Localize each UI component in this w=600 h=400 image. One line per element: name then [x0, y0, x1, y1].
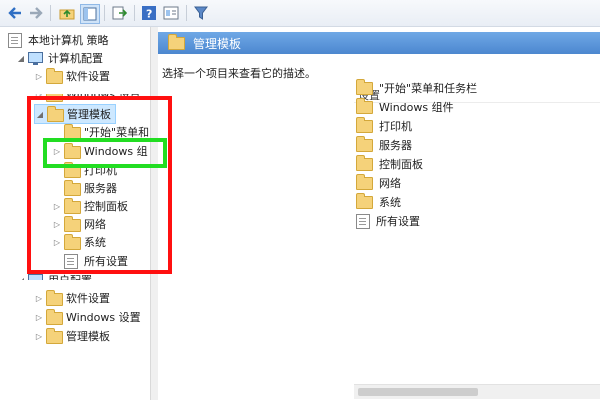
folder-icon	[356, 97, 379, 114]
tree-node-user-administrative-templates[interactable]: ▷ 管理模板	[34, 327, 110, 345]
tree-node-software-settings[interactable]: ▷ 软件设置	[34, 67, 110, 85]
settings-list-item-label: Windows 组件	[379, 101, 454, 114]
folder-icon	[46, 328, 63, 344]
back-arrow-icon[interactable]	[6, 4, 24, 22]
computer-icon	[28, 51, 44, 65]
user-icon	[28, 273, 44, 280]
tree-node-label: 软件设置	[66, 292, 110, 305]
folder-icon	[46, 290, 63, 306]
up-folder-icon[interactable]	[58, 4, 76, 22]
green-highlight-box	[43, 138, 167, 168]
settings-list-item-label: "开始"菜单和任务栏	[379, 82, 478, 95]
settings-list-item[interactable]: 控制面板	[356, 154, 423, 173]
scrollbar-thumb[interactable]	[358, 388, 478, 396]
settings-list-item[interactable]: 服务器	[356, 135, 412, 154]
tree-node-label: 软件设置	[66, 70, 110, 83]
folder-icon	[168, 33, 185, 50]
settings-list-item-label: 打印机	[379, 120, 412, 133]
tree-node-label: 计算机配置	[48, 52, 103, 65]
folder-icon	[46, 309, 63, 325]
folder-icon	[356, 116, 379, 133]
help-icon[interactable]: ?	[140, 4, 158, 22]
tree-node-local-computer-policy[interactable]: 本地计算机 策略	[6, 31, 109, 49]
settings-list-item[interactable]: 打印机	[356, 116, 412, 135]
collapsed-triangle-icon[interactable]: ▷	[34, 313, 44, 322]
folder-icon	[46, 68, 63, 84]
forward-arrow-icon[interactable]	[27, 4, 45, 22]
settings-list-item-label: 服务器	[379, 139, 412, 152]
horizontal-scrollbar[interactable]	[354, 384, 600, 399]
policy-icon	[8, 33, 24, 48]
tree-node-user-windows-settings[interactable]: ▷ Windows 设置	[34, 308, 141, 326]
folder-icon	[356, 173, 379, 190]
collapsed-triangle-icon[interactable]: ▷	[34, 294, 44, 303]
folder-icon	[356, 154, 379, 171]
settings-list-item[interactable]: 所有设置	[356, 212, 420, 230]
red-highlight-box	[27, 96, 172, 274]
toolbar: ?	[0, 0, 600, 27]
tree-node-label: 用户配置	[48, 274, 92, 287]
settings-list-item-label: 控制面板	[379, 158, 423, 171]
settings-list-item[interactable]: "开始"菜单和任务栏	[356, 78, 478, 97]
settings-list-item-label: 网络	[379, 177, 401, 190]
svg-text:?: ?	[146, 8, 152, 21]
details-header-title: 管理模板	[193, 36, 242, 51]
tree-node-computer-configuration[interactable]: ◢ 计算机配置	[16, 49, 103, 67]
settings-list-item[interactable]: Windows 组件	[356, 97, 454, 116]
description-text: 选择一个项目来查看它的描述。	[162, 67, 316, 80]
tree-node-user-software-settings[interactable]: ▷ 软件设置	[34, 289, 110, 307]
expanded-triangle-icon[interactable]: ◢	[16, 54, 26, 63]
settings-list-item-label: 系统	[379, 196, 401, 209]
collapsed-triangle-icon[interactable]: ▷	[34, 72, 44, 81]
folder-icon	[356, 78, 379, 95]
details-pane: 管理模板 选择一个项目来查看它的描述。 设置 "开始"菜单和任务栏 Windows…	[158, 27, 600, 400]
properties-icon[interactable]	[162, 4, 180, 22]
expanded-triangle-icon[interactable]: ◢	[16, 276, 26, 281]
policy-icon	[356, 213, 376, 229]
tree-node-label: 管理模板	[66, 330, 110, 343]
settings-list-item-label: 所有设置	[376, 215, 420, 228]
settings-list-item[interactable]: 系统	[356, 192, 401, 211]
collapsed-triangle-icon[interactable]: ▷	[34, 332, 44, 341]
tree-node-label: Windows 设置	[66, 311, 141, 324]
tree-node-label: 本地计算机 策略	[28, 34, 109, 47]
export-list-icon[interactable]	[110, 4, 128, 22]
folder-icon	[356, 192, 379, 209]
show-tree-icon[interactable]	[80, 4, 100, 24]
settings-list-item[interactable]: 网络	[356, 173, 401, 192]
filter-icon[interactable]	[192, 4, 210, 22]
details-header: 管理模板	[158, 32, 600, 54]
folder-icon	[356, 135, 379, 152]
